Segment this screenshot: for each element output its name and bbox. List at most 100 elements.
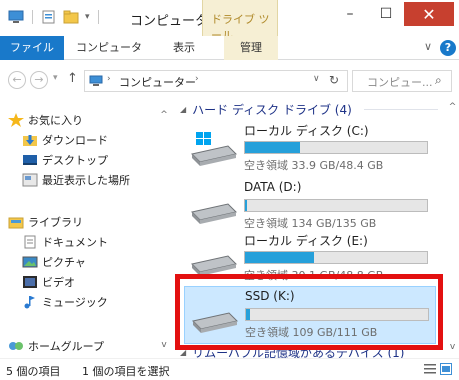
drive-usage-bar — [244, 251, 428, 264]
sidebar-item-favorites[interactable]: お気に入り — [8, 110, 83, 130]
details-view-icon[interactable] — [424, 363, 436, 375]
drive-tools-tab-group: ドライブ ツール — [202, 0, 278, 42]
toolbar-separator — [32, 10, 33, 24]
refresh-icon[interactable]: ↻ — [329, 73, 339, 87]
scroll-up-arrow[interactable]: ^ — [156, 110, 172, 120]
ribbon-tabs: ファイル コンピューター 表示 管理 ∨ ? — [0, 36, 459, 78]
tab-computer[interactable]: コンピューター — [74, 36, 144, 78]
drive-usage-bar — [244, 141, 428, 154]
navigation-pane-scrollbar[interactable]: ^ v — [156, 100, 172, 358]
homegroup-icon — [9, 342, 23, 350]
back-button[interactable]: ← — [8, 71, 26, 89]
breadcrumb-computer[interactable]: コンピューター — [119, 74, 196, 90]
sidebar-item-label: お気に入り — [28, 114, 83, 127]
documents-icon — [24, 235, 36, 249]
recent-places-icon — [22, 173, 38, 187]
status-bar: 5 個の項目 1 個の項目を選択 — [0, 358, 459, 380]
sidebar-item-label: ダウンロード — [42, 134, 108, 147]
content-pane-scrollbar[interactable]: ^ v — [446, 100, 459, 358]
collapse-group-icon[interactable]: ◢ — [180, 105, 186, 114]
sidebar-item-pictures[interactable]: ピクチャ — [22, 252, 86, 272]
address-history-dropdown[interactable]: ∨ — [313, 74, 320, 84]
title-bar: ▾ コンピューター ドライブ ツール – ☐ ✕ — [0, 0, 459, 42]
search-input[interactable]: コンピュー... ⌕ — [352, 70, 452, 92]
computer-icon — [89, 75, 103, 86]
sidebar-item-music[interactable]: ミュージック — [22, 292, 108, 312]
drive-name: ローカル ディスク (C:) — [244, 124, 369, 138]
drive-usage-bar — [244, 199, 428, 212]
group-title: ハード ディスク ドライブ (4) — [192, 102, 352, 117]
forward-button[interactable]: → — [30, 71, 48, 89]
recent-locations-dropdown[interactable]: ▾ — [53, 73, 58, 83]
address-bar[interactable]: › コンピューター › ∨ ↻ — [84, 70, 348, 92]
search-placeholder: コンピュー... — [367, 76, 433, 89]
windows-drive-icon — [191, 132, 237, 166]
sidebar-item-desktop[interactable]: デスクトップ — [22, 150, 108, 170]
drive-item-c[interactable]: ローカル ディスク (C:) 空き領域 33.9 GB/48.4 GB — [184, 120, 436, 178]
expand-ribbon-icon[interactable]: ∨ — [424, 40, 432, 53]
scroll-up-arrow[interactable]: ^ — [446, 102, 459, 112]
hard-disk-drives-group-header[interactable]: ◢ ハード ディスク ドライブ (4) — [180, 100, 352, 118]
sidebar-item-label: ビデオ — [42, 276, 75, 289]
libraries-icon — [8, 217, 24, 229]
sidebar-item-documents[interactable]: ドキュメント — [22, 232, 108, 252]
tab-view[interactable]: 表示 — [162, 36, 206, 60]
minimize-button[interactable]: – — [332, 2, 368, 26]
sidebar-item-label: 最近表示した場所 — [42, 174, 130, 187]
sidebar-item-libraries[interactable]: ライブラリ — [8, 212, 83, 232]
drive-name: SSD (K:) — [245, 289, 295, 303]
content-pane: ◢ ハード ディスク ドライブ (4) ローカル ディスク (C:) 空き領域 … — [174, 100, 444, 360]
pictures-icon — [22, 256, 38, 268]
breadcrumb-separator[interactable]: › — [107, 74, 111, 84]
drive-free-space: 空き領域 30.1 GB/48.8 GB — [244, 269, 384, 282]
drive-item-k[interactable]: SSD (K:) 空き領域 109 GB/111 GB — [184, 286, 436, 344]
group-divider — [364, 109, 438, 110]
sidebar-item-recent-places[interactable]: 最近表示した場所 — [22, 170, 130, 190]
large-icons-view-icon[interactable] — [440, 363, 452, 375]
star-icon — [8, 113, 24, 127]
tab-file[interactable]: ファイル — [0, 36, 64, 60]
drive-usage-fill — [245, 200, 247, 211]
download-folder-icon — [23, 135, 37, 146]
sidebar-item-label: デスクトップ — [42, 154, 108, 167]
hard-drive-icon — [191, 203, 237, 224]
sidebar-item-homegroup[interactable]: ホームグループ — [8, 336, 104, 356]
customize-toolbar-dropdown-icon[interactable]: ▾ — [85, 12, 90, 22]
navigation-pane: お気に入り ダウンロード デスクトップ 最近表示した場所 ライブラリ ドキュメン… — [0, 100, 172, 358]
desktop-icon — [23, 155, 37, 165]
navigation-bar: ← → ▾ ↑ › コンピューター › ∨ ↻ コンピュー... ⌕ — [0, 62, 459, 98]
computer-icon[interactable] — [8, 10, 24, 24]
tab-manage[interactable]: 管理 — [224, 36, 278, 60]
scroll-down-arrow[interactable]: v — [156, 340, 172, 350]
sidebar-item-videos[interactable]: ビデオ — [22, 272, 75, 292]
collapse-group-icon[interactable]: ◢ — [180, 348, 186, 357]
toolbar-separator — [97, 10, 99, 24]
selection-count: 1 個の項目を選択 — [82, 365, 170, 378]
scroll-down-arrow[interactable]: v — [446, 342, 459, 352]
drive-free-space: 空き領域 134 GB/135 GB — [244, 217, 377, 230]
music-icon — [24, 296, 35, 309]
drive-usage-fill — [245, 142, 300, 153]
hard-drive-icon — [191, 255, 237, 276]
search-icon[interactable]: ⌕ — [435, 73, 442, 88]
new-folder-icon[interactable] — [63, 10, 79, 24]
sidebar-item-downloads[interactable]: ダウンロード — [22, 130, 108, 150]
drive-usage-fill — [245, 252, 315, 263]
close-button[interactable]: ✕ — [404, 2, 454, 26]
sidebar-item-label: ピクチャ — [42, 256, 86, 269]
help-icon[interactable]: ? — [440, 40, 456, 56]
maximize-button[interactable]: ☐ — [368, 2, 404, 26]
videos-icon — [23, 276, 37, 288]
drive-item-d[interactable]: DATA (D:) 空き領域 134 GB/135 GB — [184, 178, 436, 236]
breadcrumb-separator[interactable]: › — [195, 74, 199, 84]
drive-item-e[interactable]: ローカル ディスク (E:) 空き領域 30.1 GB/48.8 GB — [184, 230, 436, 288]
sidebar-item-label: ホームグループ — [28, 340, 105, 353]
drive-name: ローカル ディスク (E:) — [244, 234, 368, 248]
hard-drive-icon — [192, 312, 238, 333]
properties-icon[interactable] — [41, 10, 57, 24]
item-count: 5 個の項目 — [6, 365, 61, 378]
drive-free-space: 空き領域 33.9 GB/48.4 GB — [244, 159, 384, 172]
quick-access-toolbar: ▾ — [8, 10, 101, 24]
sidebar-item-label: ライブラリ — [28, 216, 83, 229]
up-button[interactable]: ↑ — [67, 71, 78, 86]
